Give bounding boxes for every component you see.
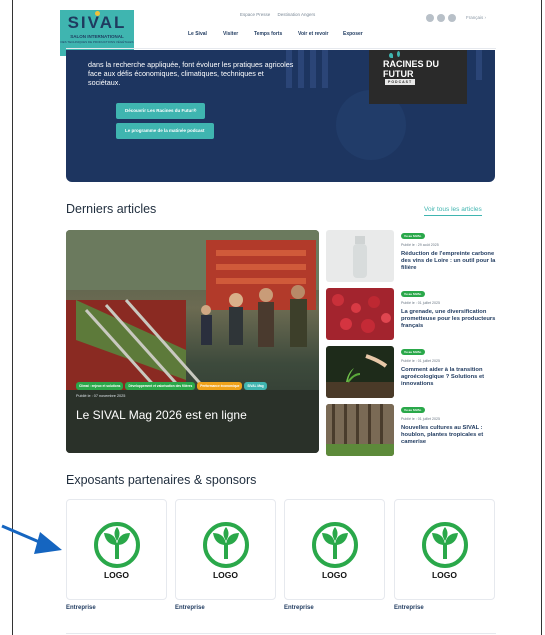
- article-item[interactable]: Vu au SIVAL Publié le : 01 juillet 2025 …: [326, 404, 496, 456]
- language-selector[interactable]: Français ›: [466, 15, 486, 20]
- featured-article[interactable]: Climat : enjeux et solutions Développeme…: [66, 230, 319, 453]
- article-title[interactable]: Réduction de l'empreinte carbone des vin…: [401, 251, 497, 272]
- podcast-title: RACINES DU FUTUR: [383, 59, 440, 79]
- sprout-logo-icon: [94, 522, 140, 568]
- logo-subtitle-2: DES TECHNIQUES DE PRODUCTIONS VÉGÉTALES: [60, 40, 134, 44]
- toplink-presse[interactable]: Espace Presse: [240, 12, 270, 17]
- articles-heading: Derniers articles: [66, 202, 157, 216]
- logo-dot-icon: [95, 11, 100, 16]
- article-category-pill[interactable]: Vu au SIVAL: [401, 233, 425, 239]
- nav-exposer[interactable]: Exposer: [343, 31, 363, 37]
- nav-temps-forts[interactable]: Temps forts: [254, 31, 282, 37]
- tag-filieres[interactable]: Développement et valorisation des filièr…: [125, 382, 196, 390]
- article-item[interactable]: Vu au SIVAL Publié le : 01 juillet 2025 …: [326, 288, 496, 340]
- hero-decor: [310, 50, 316, 88]
- sprout-logo-icon: [203, 522, 249, 568]
- tag-sival-mag[interactable]: SIVAL Mag: [244, 382, 267, 390]
- article-category-pill[interactable]: Vu au SIVAL: [401, 291, 425, 297]
- featured-tags: Climat : enjeux et solutions Développeme…: [76, 382, 267, 390]
- logo-text: SIVAL: [67, 13, 127, 32]
- article-category-pill[interactable]: Vu au SIVAL: [401, 349, 425, 355]
- article-thumbnail: [326, 288, 394, 340]
- leaf-icon: [389, 53, 393, 58]
- partner-card[interactable]: LOGO: [394, 499, 495, 600]
- partner-card[interactable]: LOGO: [175, 499, 276, 600]
- hero-text: dans la recherche appliquée, font évolue…: [88, 60, 294, 87]
- sprout-logo-icon: [422, 522, 468, 568]
- article-item[interactable]: Vu au SIVAL Publié le : 29 août 2025 Réd…: [326, 230, 496, 282]
- instagram-icon[interactable]: [448, 14, 456, 22]
- partner-logo-text: LOGO: [103, 570, 130, 580]
- social-links: [426, 14, 456, 22]
- pointer-arrow-icon: [1, 524, 62, 554]
- hero-decor: [476, 50, 482, 80]
- tag-climat[interactable]: Climat : enjeux et solutions: [76, 382, 124, 390]
- hero-decor: [298, 50, 304, 88]
- article-title[interactable]: Comment aider à la transition agroécolog…: [401, 367, 497, 388]
- article-title[interactable]: La grenade, une diversification promette…: [401, 309, 497, 330]
- linkedin-icon[interactable]: [426, 14, 434, 22]
- toplink-angers[interactable]: Destination Angers: [278, 12, 316, 17]
- article-date: Publié le : 01 juillet 2025: [401, 417, 440, 421]
- article-item[interactable]: Vu au SIVAL Publié le : 01 juillet 2025 …: [326, 346, 496, 398]
- footer-divider: [66, 633, 496, 634]
- partner-logo-text: LOGO: [321, 570, 348, 580]
- partner-logo-text: LOGO: [431, 570, 458, 580]
- article-thumbnail: [326, 404, 394, 456]
- partners-heading: Exposants partenaires & sponsors: [66, 473, 257, 487]
- podcast-badge: PODCAST: [385, 79, 416, 85]
- article-title[interactable]: Nouvelles cultures au SIVAL : houblon, p…: [401, 425, 497, 446]
- partner-name[interactable]: Entreprise: [394, 605, 424, 611]
- article-date: Publié le : 01 juillet 2025: [401, 301, 440, 305]
- partner-logo-text: LOGO: [212, 570, 239, 580]
- facebook-icon[interactable]: [437, 14, 445, 22]
- nav-voir-et-revoir[interactable]: Voir et revoir: [298, 31, 328, 37]
- featured-title[interactable]: Le SIVAL Mag 2026 est en ligne: [76, 408, 256, 423]
- tag-performance[interactable]: Performance économique: [197, 382, 243, 390]
- article-date: Publié le : 29 août 2025: [401, 243, 439, 247]
- discover-racines-button[interactable]: Découvrir Les Racines du Futur®: [116, 103, 206, 119]
- nav-le-sival[interactable]: Le Sival: [188, 31, 207, 37]
- see-all-articles-link[interactable]: Voir tous les articles: [424, 206, 482, 216]
- podcast-program-button[interactable]: Le programme de la matinée podcast: [116, 123, 214, 139]
- partner-card[interactable]: LOGO: [284, 499, 385, 600]
- featured-date: Publié le : 07 novembre 2025: [76, 394, 126, 398]
- partner-card[interactable]: LOGO: [66, 499, 167, 600]
- hero-decor: [322, 50, 328, 88]
- article-category-pill[interactable]: Vu au SIVAL: [401, 407, 425, 413]
- partner-name[interactable]: Entreprise: [66, 605, 96, 611]
- article-thumbnail: [326, 230, 394, 282]
- sprout-logo-icon: [312, 522, 358, 568]
- nav-visiter[interactable]: Visiter: [223, 31, 238, 37]
- partner-name[interactable]: Entreprise: [284, 605, 314, 611]
- article-thumbnail: [326, 346, 394, 398]
- header-divider: [66, 48, 496, 49]
- leaf-icon: [397, 51, 400, 57]
- podcast-logo: RACINES DU FUTUR PODCAST: [369, 50, 467, 104]
- partner-name[interactable]: Entreprise: [175, 605, 205, 611]
- top-links: Espace Presse Destination Angers: [240, 12, 321, 17]
- article-date: Publié le : 01 juillet 2025: [401, 359, 440, 363]
